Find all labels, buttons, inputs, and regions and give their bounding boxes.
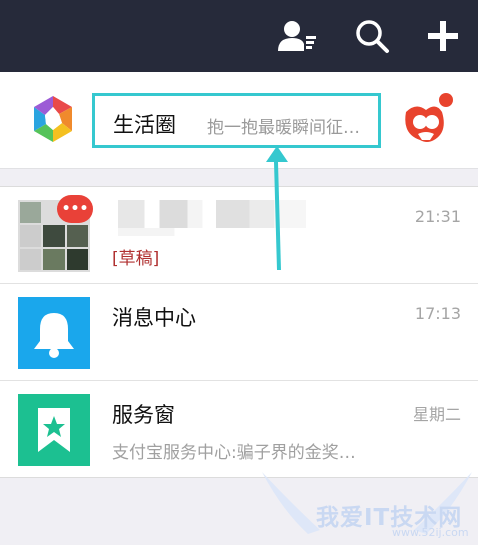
contacts-list-icon: [278, 21, 316, 51]
add-button[interactable]: [421, 14, 465, 58]
mascot-icon: [405, 93, 453, 142]
bookmark-star-icon: [18, 394, 90, 466]
bell-icon: [18, 297, 90, 369]
top-bar: [0, 0, 478, 72]
chat-time: 17:13: [414, 304, 461, 323]
chat-name: 消息中心: [112, 306, 196, 330]
contacts-button[interactable]: [276, 14, 320, 58]
chat-name: 服务窗: [112, 403, 175, 427]
unread-badge: •••: [57, 195, 93, 223]
life-circle-banner[interactable]: 生活圈 抱一抱最暖瞬间征…: [0, 72, 478, 169]
search-button[interactable]: [350, 14, 394, 58]
chat-draft-label: [草稿]: [112, 249, 160, 269]
life-circle-highlight-box: 生活圈 抱一抱最暖瞬间征…: [92, 93, 381, 148]
watermark-url: www.52ij.com: [392, 526, 469, 539]
chat-row-service-window[interactable]: 服务窗 星期二 支付宝服务中心:骗子界的金奖…: [0, 381, 478, 477]
aperture-logo-icon: [34, 96, 72, 142]
blurred-group-name-lower: [118, 228, 306, 236]
plus-icon: [428, 21, 458, 51]
chat-time: 星期二: [412, 405, 461, 424]
chat-preview: 支付宝服务中心:骗子界的金奖…: [112, 443, 356, 463]
life-circle-title: 生活圈: [113, 113, 176, 137]
life-circle-subtitle: 抱一抱最暖瞬间征…: [207, 118, 360, 138]
chat-row-message-center[interactable]: 消息中心 17:13: [0, 284, 478, 381]
search-icon: [356, 20, 389, 53]
unread-badge-dots: •••: [61, 201, 89, 217]
chat-row-group[interactable]: ••• 21:31 [草稿]: [0, 187, 478, 284]
chat-time: 21:31: [414, 207, 461, 226]
chat-list: ••• 21:31 [草稿] 消息中心 17:13 服务窗 星期二 支付宝服务中…: [0, 186, 478, 478]
blurred-group-name: [118, 200, 306, 228]
